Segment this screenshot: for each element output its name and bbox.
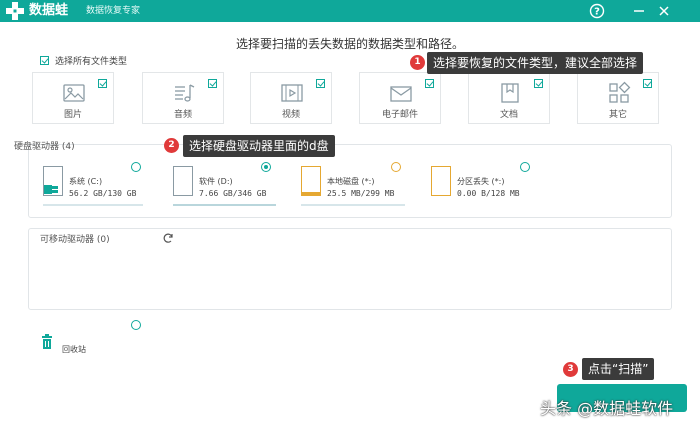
file-type-label: 视频 xyxy=(281,110,300,120)
image-icon xyxy=(63,84,85,102)
checkbox-checked-icon xyxy=(425,79,434,88)
recycle-bin-radio[interactable] xyxy=(131,320,141,330)
drive-c-radio[interactable] xyxy=(131,162,141,172)
help-icon: ? xyxy=(589,3,605,19)
grid-icon xyxy=(609,81,631,103)
drive-local-radio[interactable] xyxy=(391,162,401,172)
drive-icon xyxy=(301,166,321,196)
checkbox-checked-icon xyxy=(534,79,543,88)
file-type-card-other[interactable]: 其它 xyxy=(577,72,659,124)
hard-drive-panel-title: 硬盘驱动器 (4) xyxy=(14,142,75,152)
close-button[interactable] xyxy=(655,2,673,20)
file-type-card-email[interactable]: 电子邮件 xyxy=(359,72,441,124)
minimize-icon xyxy=(634,10,644,12)
file-type-label: 文档 xyxy=(499,110,518,120)
drive-icon xyxy=(431,166,451,196)
app-title: 数据蛙 xyxy=(29,3,69,18)
drive-name: 软件 (D:) xyxy=(199,177,233,186)
mail-icon xyxy=(390,86,412,102)
checkbox-checked-icon xyxy=(316,79,325,88)
title-bar: 数据蛙 数据恢复专家 ? xyxy=(0,0,700,22)
drive-name: 分区丢失 (*:) xyxy=(457,177,505,186)
drive-name: 本地磁盘 (*:) xyxy=(327,177,375,186)
minimize-button[interactable] xyxy=(630,2,648,20)
drive-size: 7.66 GB/346 GB xyxy=(199,189,267,198)
callout-1: 选择要恢复的文件类型，建议全部选择 xyxy=(427,52,644,74)
file-type-label: 图片 xyxy=(63,110,82,120)
removable-drive-panel xyxy=(28,228,672,310)
svg-text:?: ? xyxy=(594,7,600,18)
file-type-label: 电子邮件 xyxy=(381,110,418,120)
page-prompt: 选择要扫描的丢失数据的数据类型和路径。 xyxy=(235,37,464,51)
file-type-card-document[interactable]: 文档 xyxy=(468,72,550,124)
document-icon xyxy=(501,83,519,103)
drive-size: 25.5 MB/299 MB xyxy=(327,189,395,198)
app-subtitle: 数据恢复专家 xyxy=(86,6,141,16)
drive-usage-bar xyxy=(173,204,276,206)
checkbox-checked-icon xyxy=(208,79,217,88)
file-type-label: 其它 xyxy=(608,110,627,120)
drive-size: 56.2 GB/130 GB xyxy=(69,189,137,198)
checkbox-checked-icon xyxy=(98,79,107,88)
file-type-card-audio[interactable]: 音频 xyxy=(142,72,224,124)
select-all-checkbox[interactable]: 选择所有文件类型 xyxy=(40,53,127,67)
drive-icon xyxy=(173,166,193,196)
drive-name: 系统 (C:) xyxy=(69,177,103,186)
drive-size: 0.00 B/128 MB xyxy=(457,189,520,198)
refresh-icon[interactable] xyxy=(162,232,174,244)
help-button[interactable]: ? xyxy=(588,2,606,20)
file-type-label: 音频 xyxy=(173,110,192,120)
close-icon xyxy=(659,6,669,16)
select-all-label: 选择所有文件类型 xyxy=(55,56,128,67)
callout-3: 点击“扫描” xyxy=(582,358,655,380)
file-type-card-video[interactable]: 视频 xyxy=(250,72,332,124)
step-badge: 2 xyxy=(164,138,179,153)
recycle-bin-label: 回收站 xyxy=(62,345,86,354)
video-icon xyxy=(281,84,303,102)
drive-usage-bar xyxy=(301,204,405,206)
removable-panel-title: 可移动驱动器 (0) xyxy=(40,235,110,245)
callout-2: 选择硬盘驱动器里面的d盘 xyxy=(183,135,335,157)
checkbox-checked-icon xyxy=(643,79,652,88)
step-badge: 1 xyxy=(410,55,425,70)
file-type-card-image[interactable]: 图片 xyxy=(32,72,114,124)
windows-drive-icon xyxy=(43,166,63,196)
drive-usage-bar xyxy=(43,204,143,206)
watermark: 头条 @数据蛙软件 xyxy=(540,399,674,418)
trash-icon xyxy=(42,334,52,349)
step-badge: 3 xyxy=(563,362,578,377)
drive-lost-radio[interactable] xyxy=(520,162,530,172)
music-icon xyxy=(175,84,195,102)
drive-d-radio[interactable] xyxy=(261,162,271,172)
checkbox-checked-icon xyxy=(40,55,49,65)
logo-icon xyxy=(6,2,24,20)
